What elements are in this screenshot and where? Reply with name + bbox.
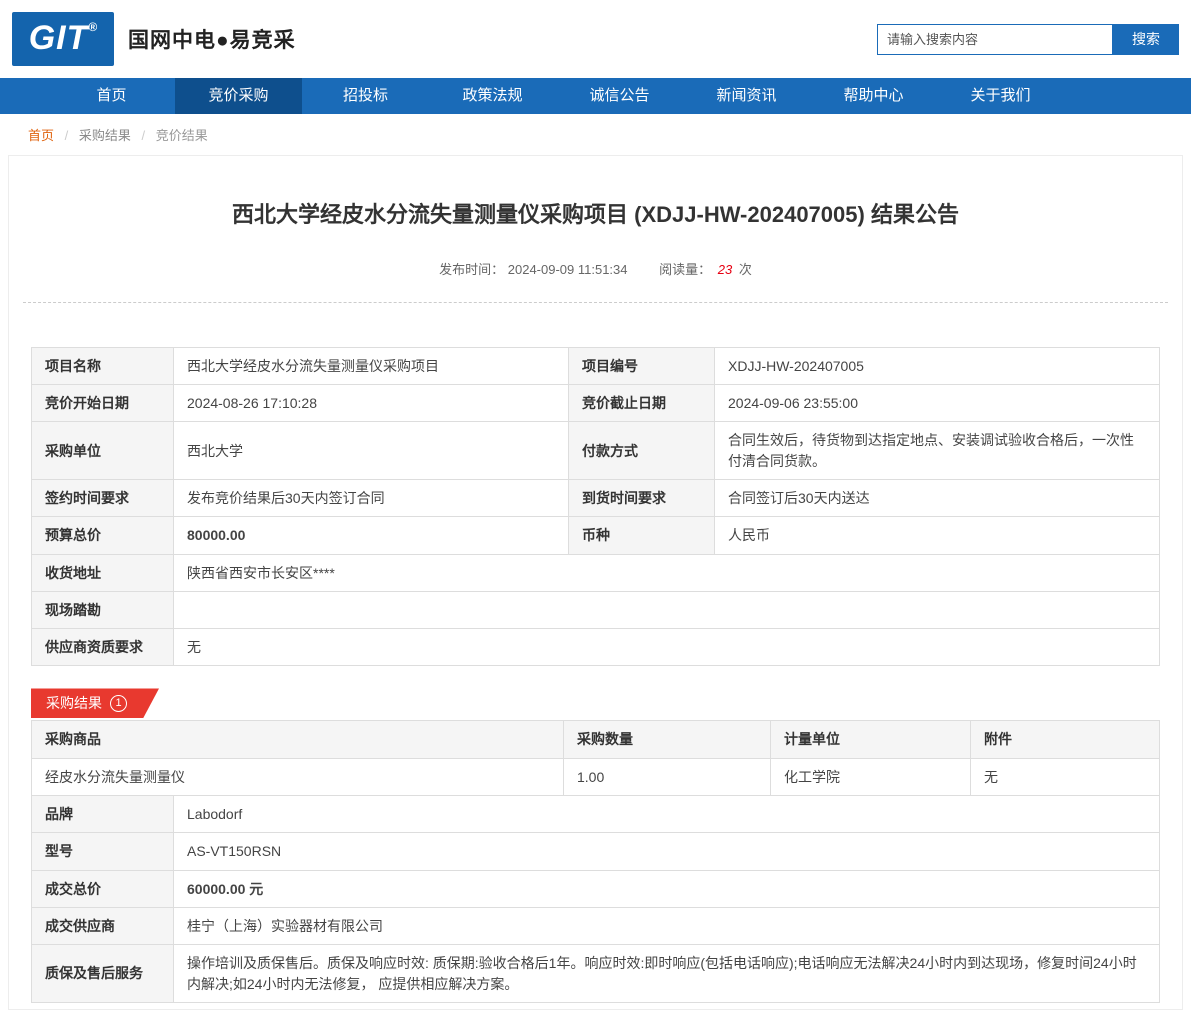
article-meta: 发布时间： 2024-09-09 11:51:34 阅读量： 23 次 [9, 231, 1182, 278]
result-value-supplier: 桂宁（上海）实验器材有限公司 [173, 906, 1160, 946]
info-label-qualification: 供应商资质要求 [31, 628, 174, 667]
table-row: 预算总价 80000.00 币种 人民币 [31, 516, 1160, 555]
project-info-table: 项目名称 西北大学经皮水分流失量测量仪采购项目 项目编号 XDJJ-HW-202… [31, 346, 1160, 667]
views-label: 阅读量： [659, 261, 712, 277]
result-value-total-price: 60000.00 元 [173, 869, 1160, 908]
nav-item-tenders[interactable]: 招投标 [302, 78, 429, 114]
table-row: 现场踏勘 [31, 590, 1160, 630]
table-row: 经皮水分流失量测量仪 1.00 化工学院 无 [31, 757, 1160, 797]
breadcrumb-separator: / [141, 128, 146, 143]
views-count: 23 [717, 261, 733, 277]
info-value-project-name: 西北大学经皮水分流失量测量仪采购项目 [173, 346, 569, 386]
info-label-delivery-time: 到货时间要求 [568, 478, 715, 518]
info-value-delivery-time: 合同签订后30天内送达 [714, 478, 1160, 518]
purchase-result-badge-label: 采购结果 [46, 695, 102, 712]
info-label-currency: 币种 [568, 516, 715, 555]
nav-item-integrity-notices[interactable]: 诚信公告 [556, 78, 683, 114]
breadcrumb-separator: / [64, 128, 69, 143]
info-value-purchaser: 西北大学 [173, 421, 569, 480]
result-value-attachment: 无 [970, 757, 1160, 797]
result-value-unit: 化工学院 [770, 757, 971, 797]
views-unit: 次 [738, 261, 752, 277]
site-logo[interactable]: GIT ® [12, 12, 114, 66]
publish-time-value: 2024-09-09 11:51:34 [507, 261, 628, 277]
result-value-brand: Labodorf [173, 795, 1160, 834]
table-row: 收货地址 陕西省西安市长安区**** [31, 553, 1160, 592]
info-value-project-no: XDJJ-HW-202407005 [714, 346, 1160, 386]
info-value-bid-start: 2024-08-26 17:10:28 [173, 384, 569, 423]
info-value-sign-time: 发布竞价结果后30天内签订合同 [173, 478, 569, 518]
info-label-bid-start: 竞价开始日期 [31, 384, 174, 423]
table-row: 成交供应商 桂宁（上海）实验器材有限公司 [31, 906, 1160, 946]
purchase-result-table: 采购商品 采购数量 计量单位 附件 经皮水分流失量测量仪 1.00 化工学院 无… [31, 720, 1160, 1003]
result-value-model: AS-VT150RSN [173, 832, 1160, 871]
page-title: 西北大学经皮水分流失量测量仪采购项目 (XDJJ-HW-202407005) 结… [232, 202, 959, 227]
search-bar: 搜索 [877, 23, 1179, 55]
nav-item-news[interactable]: 新闻资讯 [683, 78, 810, 114]
info-label-address: 收货地址 [31, 553, 174, 592]
breadcrumb: 首页 / 采购结果 / 竞价结果 [0, 114, 1191, 152]
info-value-site-visit [173, 590, 1160, 630]
info-value-payment: 合同生效后，待货物到达指定地点、安装调试验收合格后，一次性付清合同货款。 [714, 421, 1160, 480]
info-value-budget: 80000.00 [173, 516, 569, 555]
table-row: 成交总价 60000.00 元 [31, 869, 1160, 908]
result-value-quantity: 1.00 [563, 757, 771, 797]
table-row: 采购单位 西北大学 付款方式 合同生效后，待货物到达指定地点、安装调试验收合格后… [31, 421, 1160, 480]
logo-text: GIT [28, 19, 89, 57]
table-header-row: 采购商品 采购数量 计量单位 附件 [31, 720, 1160, 759]
site-header: GIT ® 国网中电●易竞采 搜索 [0, 0, 1191, 78]
table-row: 品牌 Labodorf [31, 795, 1160, 834]
info-label-payment: 付款方式 [568, 421, 715, 480]
site-title: 国网中电●易竞采 [128, 29, 296, 52]
search-button[interactable]: 搜索 [1113, 23, 1179, 55]
result-value-warranty: 操作培训及质保售后。质保及响应时效: 质保期:验收合格后1年。响应时效:即时响应… [173, 944, 1160, 1003]
result-value-product: 经皮水分流失量测量仪 [31, 757, 564, 797]
info-label-bid-end: 竞价截止日期 [568, 384, 715, 423]
breadcrumb-current: 竞价结果 [155, 128, 208, 143]
info-label-project-name: 项目名称 [31, 346, 174, 386]
breadcrumb-home[interactable]: 首页 [28, 128, 54, 143]
info-value-qualification: 无 [173, 628, 1160, 667]
announcement-card: 西北大学经皮水分流失量测量仪采购项目 (XDJJ-HW-202407005) 结… [8, 155, 1183, 1010]
result-header-product: 采购商品 [31, 720, 564, 759]
result-label-supplier: 成交供应商 [31, 906, 174, 946]
table-row: 型号 AS-VT150RSN [31, 832, 1160, 871]
result-label-brand: 品牌 [31, 795, 174, 834]
main-nav: 首页 竞价采购 招投标 政策法规 诚信公告 新闻资讯 帮助中心 关于我们 [0, 78, 1191, 114]
nav-item-help-center[interactable]: 帮助中心 [810, 78, 937, 114]
nav-item-home[interactable]: 首页 [48, 78, 175, 114]
nav-item-bidding-purchase[interactable]: 竞价采购 [175, 78, 302, 114]
table-row: 项目名称 西北大学经皮水分流失量测量仪采购项目 项目编号 XDJJ-HW-202… [31, 346, 1160, 386]
result-header-attachment: 附件 [970, 720, 1160, 759]
info-value-bid-end: 2024-09-06 23:55:00 [714, 384, 1160, 423]
info-label-project-no: 项目编号 [568, 346, 715, 386]
info-label-sign-time: 签约时间要求 [31, 478, 174, 518]
info-label-site-visit: 现场踏勘 [31, 590, 174, 630]
info-label-budget: 预算总价 [31, 516, 174, 555]
info-value-address: 陕西省西安市长安区**** [173, 553, 1160, 592]
nav-item-about-us[interactable]: 关于我们 [937, 78, 1064, 114]
table-row: 质保及售后服务 操作培训及质保售后。质保及响应时效: 质保期:验收合格后1年。响… [31, 944, 1160, 1003]
result-header-unit: 计量单位 [770, 720, 971, 759]
logo-registered-mark: ® [88, 20, 98, 34]
purchase-result-count-badge: 1 [110, 695, 127, 712]
search-input[interactable] [877, 23, 1113, 55]
purchase-result-badge: 采购结果 1 [31, 688, 159, 718]
result-label-total-price: 成交总价 [31, 869, 174, 908]
result-label-model: 型号 [31, 832, 174, 871]
breadcrumb-purchase-results[interactable]: 采购结果 [79, 128, 131, 143]
info-value-currency: 人民币 [714, 516, 1160, 555]
result-label-warranty: 质保及售后服务 [31, 944, 174, 1003]
publish-time-label: 发布时间： [439, 261, 505, 277]
result-header-quantity: 采购数量 [563, 720, 771, 759]
table-row: 供应商资质要求 无 [31, 628, 1160, 667]
nav-item-policies[interactable]: 政策法规 [429, 78, 556, 114]
table-row: 签约时间要求 发布竞价结果后30天内签订合同 到货时间要求 合同签订后30天内送… [31, 478, 1160, 518]
info-label-purchaser: 采购单位 [31, 421, 174, 480]
table-row: 竞价开始日期 2024-08-26 17:10:28 竞价截止日期 2024-0… [31, 384, 1160, 423]
